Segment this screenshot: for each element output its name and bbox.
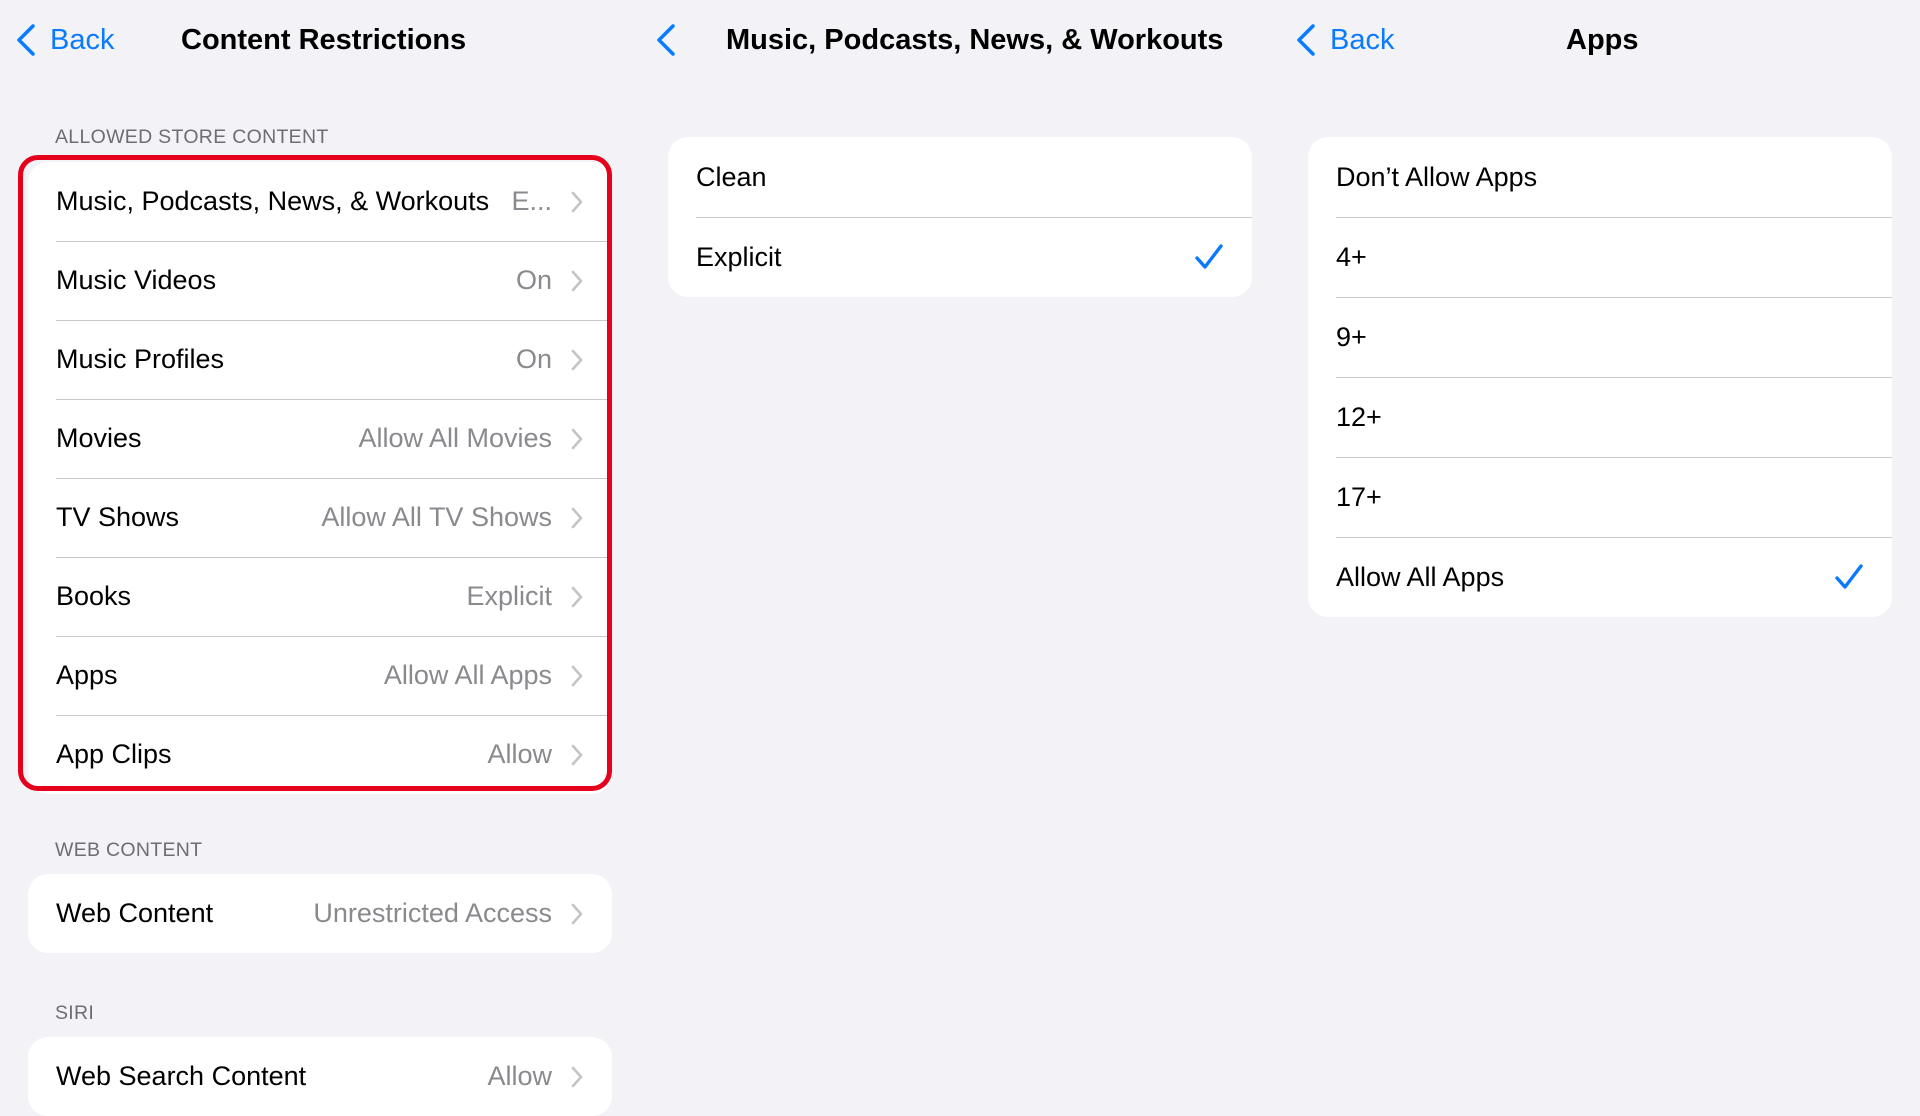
option-label: 17+	[1336, 481, 1382, 512]
content-restrictions-panel: Back Content Restrictions ALLOWED STORE …	[0, 0, 640, 1116]
settings-row[interactable]: Web Search Content Allow	[28, 1037, 612, 1116]
row-value: On	[515, 344, 552, 374]
checkmark-icon	[1195, 244, 1223, 269]
chevron-right-icon	[571, 903, 583, 924]
option-row[interactable]: 4+	[1308, 217, 1892, 297]
music-podcasts-panel: Music, Podcasts, News, & Workouts Clean E…	[640, 0, 1280, 1106]
option-row[interactable]: Don’t Allow Apps	[1308, 137, 1892, 217]
chevron-right-icon	[571, 349, 583, 370]
option-row[interactable]: 9+	[1308, 297, 1892, 377]
option-row[interactable]: Explicit	[668, 217, 1252, 297]
option-row[interactable]: Clean	[668, 137, 1252, 217]
row-value: Allow	[487, 739, 552, 769]
option-row[interactable]: 12+	[1308, 377, 1892, 457]
chevron-right-icon	[571, 191, 583, 212]
siri-group: Web Search Content Allow	[28, 1037, 612, 1116]
option-row[interactable]: 17+	[1308, 457, 1892, 537]
option-label: 9+	[1336, 321, 1367, 352]
chevron-right-icon	[571, 586, 583, 607]
store-content-group: Music, Podcasts, News, & Workouts E... Mus…	[28, 162, 612, 794]
option-label: Allow All Apps	[1336, 561, 1505, 592]
chevron-left-icon	[657, 24, 675, 56]
settings-row[interactable]: Web Content Unrestricted Access	[28, 874, 612, 953]
checkmark-icon	[1835, 564, 1863, 589]
row-label: Music Profiles	[56, 344, 225, 374]
settings-row[interactable]: Books Explicit	[28, 557, 612, 636]
row-label: Music Videos	[56, 265, 217, 295]
chevron-right-icon	[571, 507, 583, 528]
row-value: Allow	[487, 1061, 552, 1091]
row-label: Music, Podcasts, News, & Workouts	[56, 186, 490, 216]
settings-row[interactable]: Movies Allow All Movies	[28, 399, 612, 478]
chevron-right-icon	[571, 270, 583, 291]
back-button[interactable]: Back	[16, 18, 114, 62]
section-header-siri: SIRI	[55, 1002, 95, 1024]
row-value: Allow All Apps	[383, 660, 552, 690]
explicit-options-group: Clean Explicit	[668, 137, 1252, 297]
chevron-right-icon	[571, 1066, 583, 1087]
option-label: Explicit	[696, 241, 782, 272]
row-value: Allow All Movies	[358, 423, 552, 453]
settings-row[interactable]: Music Videos On	[28, 241, 612, 320]
app-rating-options-group: Don’t Allow Apps 4+ 9+ 12+ 17+ Allow All Apps	[1308, 137, 1892, 617]
row-label: Web Content	[56, 898, 214, 928]
page-title: Content Restrictions	[181, 24, 467, 56]
navigation-bar: Back Content Restrictions	[0, 0, 640, 80]
page-title: Apps	[1566, 24, 1639, 56]
option-label: Don’t Allow Apps	[1336, 161, 1538, 192]
settings-row[interactable]: Apps Allow All Apps	[28, 636, 612, 715]
row-value: E...	[511, 186, 552, 216]
section-header-store: ALLOWED STORE CONTENT	[55, 126, 329, 148]
web-content-group: Web Content Unrestricted Access	[28, 874, 612, 953]
row-label: App Clips	[56, 739, 172, 769]
row-value: Allow All TV Shows	[321, 502, 552, 532]
chevron-right-icon	[571, 744, 583, 765]
row-value: Explicit	[466, 581, 552, 611]
back-label: Back	[50, 23, 115, 56]
option-label: 12+	[1336, 401, 1382, 432]
page-title: Music, Podcasts, News, & Workouts	[726, 24, 1224, 56]
back-button[interactable]: Back	[1296, 18, 1394, 62]
row-value: On	[515, 265, 552, 295]
navigation-bar: Music, Podcasts, News, & Workouts	[640, 0, 1280, 80]
chevron-right-icon	[571, 665, 583, 686]
row-label: Apps	[56, 660, 118, 690]
settings-row[interactable]: App Clips Allow	[28, 715, 612, 794]
chevron-left-icon	[1297, 24, 1315, 56]
row-label: Books	[56, 581, 132, 611]
navigation-bar: Back Apps	[1280, 0, 1920, 80]
back-button[interactable]	[656, 18, 690, 62]
row-label: TV Shows	[56, 502, 180, 532]
settings-row[interactable]: TV Shows Allow All TV Shows	[28, 478, 612, 557]
section-header-web: WEB CONTENT	[55, 839, 203, 861]
chevron-right-icon	[571, 428, 583, 449]
option-label: Clean	[696, 161, 767, 192]
row-value: Unrestricted Access	[313, 898, 552, 928]
row-label: Web Search Content	[56, 1061, 307, 1091]
option-label: 4+	[1336, 241, 1367, 272]
option-row[interactable]: Allow All Apps	[1308, 537, 1892, 617]
back-label: Back	[1330, 23, 1395, 56]
chevron-left-icon	[17, 24, 35, 56]
settings-row[interactable]: Music Profiles On	[28, 320, 612, 399]
row-label: Movies	[56, 423, 142, 453]
settings-row[interactable]: Music, Podcasts, News, & Workouts E...	[28, 162, 612, 241]
apps-panel: Back Apps Don’t Allow Apps 4+ 9+ 12+ 17+ Allo…	[1280, 0, 1920, 1106]
